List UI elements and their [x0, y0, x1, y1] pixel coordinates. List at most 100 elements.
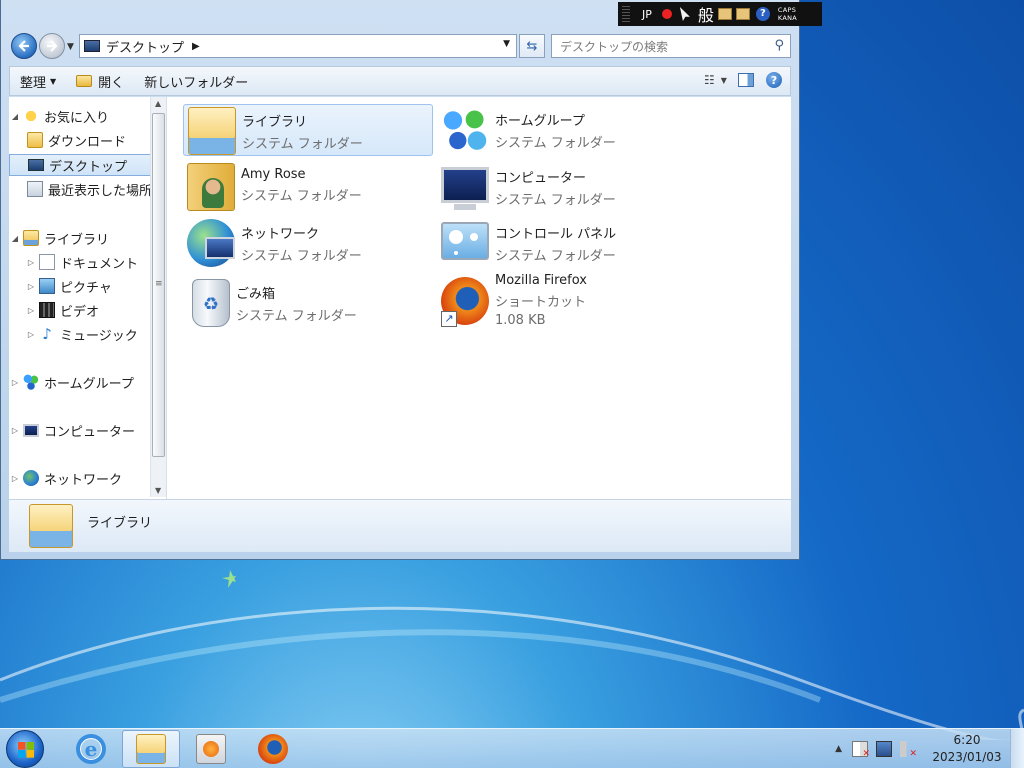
address-bar[interactable]: デスクトップ ▶ ▼: [79, 34, 517, 58]
nav-recent-places[interactable]: 最近表示した場所: [25, 178, 151, 200]
firefox-icon: [258, 734, 288, 764]
item-libraries[interactable]: ライブラリ システム フォルダー: [183, 104, 433, 156]
item-network[interactable]: ネットワーク システム フォルダー: [183, 217, 433, 269]
search-box[interactable]: デスクトップの検索 ⚲: [551, 34, 791, 58]
documents-icon: [39, 254, 55, 270]
nav-label: ビデオ: [60, 304, 100, 320]
ime-pad-icon[interactable]: [717, 8, 732, 20]
item-control-panel[interactable]: コントロール パネル システム フォルダー: [437, 217, 687, 269]
nav-label: ピクチャ: [60, 280, 112, 296]
taskbar-internet-explorer[interactable]: e: [62, 730, 120, 768]
nav-label: お気に入り: [44, 110, 110, 126]
forward-button[interactable]: [39, 33, 65, 59]
action-center-icon[interactable]: [852, 741, 870, 759]
new-folder-label: 新しいフォルダー: [144, 75, 249, 91]
nav-label: ドキュメント: [60, 256, 139, 272]
change-view-button[interactable]: ☷ ▼: [704, 72, 727, 88]
item-name: コントロール パネル: [495, 227, 617, 242]
item-type: システム フォルダー: [241, 189, 362, 204]
item-user-folder[interactable]: Amy Rose システム フォルダー: [183, 161, 433, 213]
nav-network[interactable]: ▷ ネットワーク: [9, 467, 149, 489]
scroll-down-icon[interactable]: ▼: [155, 486, 161, 495]
new-folder-button[interactable]: 新しいフォルダー: [134, 67, 258, 95]
back-button[interactable]: [11, 33, 37, 59]
item-firefox-shortcut[interactable]: ↗ Mozilla Firefox ショートカット 1.08 KB: [437, 269, 687, 333]
nav-downloads[interactable]: ダウンロード: [25, 129, 165, 151]
expand-arrow-icon[interactable]: ◢: [9, 112, 21, 121]
collapse-arrow-icon[interactable]: ▷: [25, 330, 37, 339]
ime-tools-icon[interactable]: [735, 8, 750, 20]
preview-pane-button[interactable]: [738, 73, 754, 87]
start-button[interactable]: [6, 730, 44, 768]
explorer-window: ▼ デスクトップ ▶ ▼ ⇆ デスクトップの検索 ⚲ 整理 ▼ 開く 新しいフォ…: [0, 0, 800, 560]
nav-documents[interactable]: ▷ ドキュメント: [25, 251, 165, 273]
ime-status-icon[interactable]: [661, 9, 672, 19]
taskbar: e ▲ 6:20 2023/01/03: [0, 728, 1024, 768]
item-name: ごみ箱: [236, 287, 276, 302]
nav-favorites[interactable]: ◢ お気に入り: [9, 105, 149, 127]
collapse-arrow-icon[interactable]: ▷: [9, 426, 21, 435]
navigation-bar: ▼ デスクトップ ▶ ▼ ⇆ デスクトップの検索 ⚲: [1, 28, 799, 64]
kana-label: KANA: [777, 14, 798, 22]
network-status-icon[interactable]: [876, 741, 892, 757]
nav-label: ホームグループ: [44, 376, 134, 392]
nav-pictures[interactable]: ▷ ピクチャ: [25, 275, 165, 297]
internet-explorer-icon: e: [76, 734, 106, 764]
address-dropdown-icon[interactable]: ▼: [503, 39, 510, 49]
item-type: システム フォルダー: [495, 249, 616, 264]
refresh-button[interactable]: ⇆: [519, 34, 545, 58]
collapse-arrow-icon[interactable]: ▷: [25, 258, 37, 267]
show-hidden-icons-button[interactable]: ▲: [835, 744, 842, 754]
shortcut-arrow-icon: ↗: [441, 311, 457, 327]
nav-libraries[interactable]: ◢ ライブラリ: [9, 227, 149, 249]
nav-scrollbar[interactable]: ▲ ≡ ▼: [150, 97, 166, 497]
show-desktop-button[interactable]: [1010, 729, 1024, 768]
search-icon[interactable]: ⚲: [774, 38, 784, 53]
nav-computer[interactable]: ▷ コンピューター: [9, 419, 149, 441]
item-name: ライブラリ: [242, 115, 308, 130]
back-arrow-icon: [18, 40, 29, 52]
recent-pages-dropdown[interactable]: ▼: [67, 42, 74, 52]
nav-label: ミュージック: [60, 328, 138, 344]
taskbar-firefox[interactable]: [244, 730, 302, 768]
language-bar-grip[interactable]: [622, 6, 630, 22]
item-recycle-bin[interactable]: ごみ箱システム フォルダー: [183, 277, 433, 329]
scroll-up-icon[interactable]: ▲: [155, 99, 161, 108]
item-type: システム フォルダー: [236, 309, 357, 324]
taskbar-media-player[interactable]: [182, 730, 240, 768]
collapse-arrow-icon[interactable]: ▷: [9, 474, 21, 483]
search-input[interactable]: デスクトップの検索: [560, 38, 668, 55]
breadcrumb-desktop[interactable]: デスクトップ: [106, 37, 184, 56]
item-name: コンピューター: [495, 171, 587, 186]
nav-videos[interactable]: ▷ ビデオ: [25, 299, 165, 321]
nav-homegroup[interactable]: ▷ ホームグループ: [9, 371, 149, 393]
help-icon[interactable]: ?: [755, 7, 770, 21]
collapse-arrow-icon[interactable]: ▷: [25, 306, 37, 315]
item-type: ショートカット: [495, 295, 587, 310]
recycle-bin-icon: [192, 279, 230, 327]
breadcrumb-chevron-icon[interactable]: ▶: [192, 41, 200, 52]
open-label: 開く: [98, 75, 125, 91]
cursor-icon: [679, 7, 690, 21]
organize-button[interactable]: 整理 ▼: [10, 67, 66, 95]
nav-desktop[interactable]: デスクトップ: [9, 154, 151, 176]
volume-muted-icon[interactable]: [900, 741, 917, 759]
navigation-pane: ◢ お気に入り ダウンロード デスクトップ 最近表示した場所 ◢ ライブラリ ▷…: [9, 97, 167, 499]
computer-icon: [23, 423, 39, 437]
nav-label: ライブラリ: [44, 232, 110, 248]
taskbar-explorer[interactable]: [122, 730, 180, 768]
clock[interactable]: 6:20 2023/01/03: [924, 732, 1010, 766]
item-computer[interactable]: コンピューター システム フォルダー: [437, 161, 687, 213]
collapse-arrow-icon[interactable]: ▷: [25, 282, 37, 291]
collapse-arrow-icon[interactable]: ▷: [9, 378, 21, 387]
help-button[interactable]: ?: [766, 72, 782, 88]
pictures-icon: [39, 278, 55, 294]
item-homegroup[interactable]: ホームグループ システム フォルダー: [437, 104, 687, 156]
open-button[interactable]: 開く: [66, 67, 134, 95]
star-icon: [23, 108, 39, 124]
expand-arrow-icon[interactable]: ◢: [9, 234, 21, 243]
input-language[interactable]: JP: [642, 8, 652, 21]
nav-music[interactable]: ▷ ♪ ミュージック: [25, 323, 165, 345]
item-type: システム フォルダー: [241, 249, 362, 264]
conversion-mode[interactable]: 般: [698, 2, 714, 26]
